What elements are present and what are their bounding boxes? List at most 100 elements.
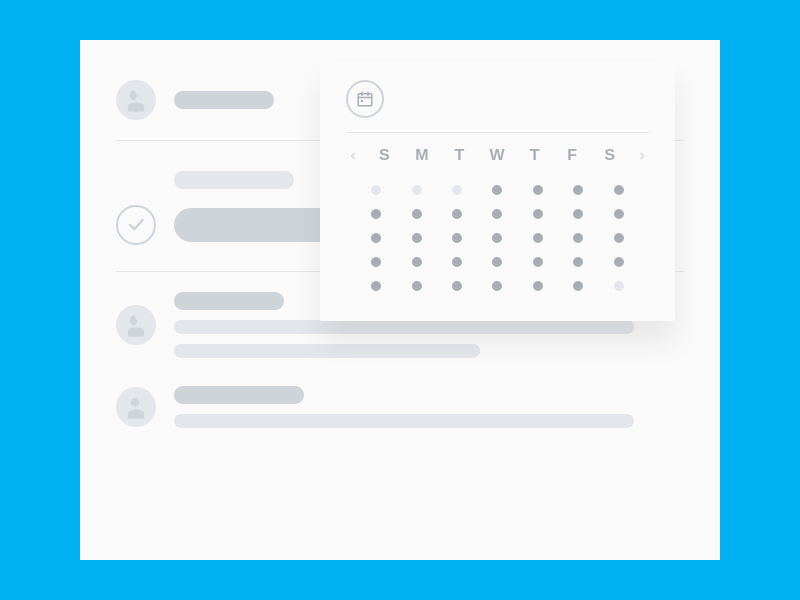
day-dot [412, 257, 422, 267]
dow-label: T [516, 147, 554, 165]
calendar-icon [346, 80, 384, 118]
placeholder-bar [174, 292, 284, 310]
placeholder-bar [174, 171, 294, 189]
day-dot [371, 281, 381, 291]
placeholder-bar [174, 344, 480, 358]
placeholder-bar [174, 320, 634, 334]
placeholder-bar [174, 386, 304, 404]
main-panel: ‹ S M T W T F S › [80, 40, 720, 560]
calendar-grid [346, 179, 649, 291]
day-dot [573, 281, 583, 291]
day-dot [533, 185, 543, 195]
user-icon [122, 311, 150, 339]
checkmark-icon[interactable] [116, 205, 156, 245]
calendar-day[interactable] [437, 185, 477, 195]
calendar-nav: ‹ S M T W T F S › [346, 147, 649, 165]
day-dot [371, 209, 381, 219]
day-dot [371, 257, 381, 267]
day-dot [614, 233, 624, 243]
calendar-day[interactable] [599, 281, 639, 291]
avatar [116, 305, 156, 345]
day-dot [412, 281, 422, 291]
day-dot [412, 233, 422, 243]
dow-label: M [404, 147, 442, 165]
day-dot [412, 185, 422, 195]
calendar-day[interactable] [558, 209, 598, 219]
day-dot [573, 257, 583, 267]
list-item[interactable] [116, 372, 684, 442]
day-dot [492, 281, 502, 291]
dow-label: S [366, 147, 404, 165]
calendar-day[interactable] [356, 209, 396, 219]
calendar-day[interactable] [599, 209, 639, 219]
calendar-day[interactable] [558, 185, 598, 195]
day-dot [452, 185, 462, 195]
calendar-day[interactable] [477, 233, 517, 243]
day-dot [614, 257, 624, 267]
day-dot [371, 233, 381, 243]
calendar-day[interactable] [518, 233, 558, 243]
day-dot [492, 185, 502, 195]
calendar-day[interactable] [437, 209, 477, 219]
calendar-day[interactable] [356, 281, 396, 291]
calendar-day[interactable] [396, 281, 436, 291]
calendar-day[interactable] [518, 257, 558, 267]
calendar-day[interactable] [518, 185, 558, 195]
dow-label: S [591, 147, 629, 165]
placeholder-bar [174, 91, 274, 109]
calendar-day[interactable] [477, 209, 517, 219]
calendar-day[interactable] [599, 233, 639, 243]
calendar-day[interactable] [356, 233, 396, 243]
calendar-day[interactable] [396, 185, 436, 195]
day-dot [614, 185, 624, 195]
day-dot [533, 257, 543, 267]
day-dot [492, 233, 502, 243]
day-dot [573, 209, 583, 219]
calendar-day[interactable] [396, 233, 436, 243]
prev-month-button[interactable]: ‹ [346, 147, 360, 165]
calendar-day[interactable] [437, 233, 477, 243]
day-dot [533, 233, 543, 243]
user-icon [122, 393, 150, 421]
avatar [116, 387, 156, 427]
day-dot [452, 209, 462, 219]
day-dot [533, 281, 543, 291]
calendar-day[interactable] [396, 257, 436, 267]
avatar [116, 80, 156, 120]
day-dot [371, 185, 381, 195]
dow-label: F [554, 147, 592, 165]
calendar-popover[interactable]: ‹ S M T W T F S › [320, 62, 675, 321]
calendar-day[interactable] [437, 281, 477, 291]
calendar-day[interactable] [518, 281, 558, 291]
calendar-header [346, 80, 649, 133]
day-dot [533, 209, 543, 219]
day-dot [573, 233, 583, 243]
calendar-day[interactable] [599, 257, 639, 267]
calendar-day[interactable] [599, 185, 639, 195]
calendar-day[interactable] [518, 209, 558, 219]
calendar-day[interactable] [558, 281, 598, 291]
calendar-day[interactable] [396, 209, 436, 219]
day-dot [492, 209, 502, 219]
day-dot [614, 281, 624, 291]
day-dot [573, 185, 583, 195]
dow-label: W [479, 147, 517, 165]
day-dot [452, 257, 462, 267]
calendar-day[interactable] [477, 281, 517, 291]
day-dot [412, 209, 422, 219]
day-dot [492, 257, 502, 267]
calendar-day[interactable] [558, 233, 598, 243]
day-dot [452, 233, 462, 243]
calendar-day[interactable] [356, 257, 396, 267]
next-month-button[interactable]: › [635, 147, 649, 165]
calendar-day[interactable] [477, 185, 517, 195]
calendar-day[interactable] [356, 185, 396, 195]
calendar-day[interactable] [437, 257, 477, 267]
calendar-day[interactable] [558, 257, 598, 267]
user-icon [122, 86, 150, 114]
placeholder-bar [174, 414, 634, 428]
day-dot [452, 281, 462, 291]
day-of-week-header: S M T W T F S [360, 147, 635, 165]
day-dot [614, 209, 624, 219]
calendar-day[interactable] [477, 257, 517, 267]
